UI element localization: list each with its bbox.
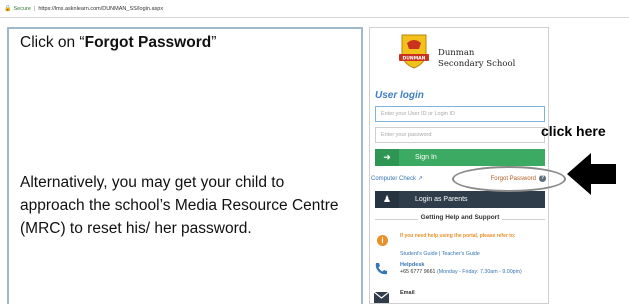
helpdesk-details: +65 6777 9661 (Monday - Friday: 7.30am -… (400, 269, 545, 276)
address-separator: | (33, 5, 36, 12)
info-icon: i (377, 235, 388, 246)
instruction-prefix: Click on “ (20, 34, 85, 51)
sign-in-button[interactable]: ➜ Sign In (375, 149, 545, 166)
password-input[interactable]: Enter your password (375, 127, 545, 143)
user-icon: ♟ (375, 191, 399, 208)
highlight-ellipse (452, 166, 566, 192)
computer-check-link[interactable]: Computer Check ↗ (371, 175, 423, 182)
external-link-icon: ↗ (417, 176, 423, 182)
login-as-parents-button[interactable]: ♟ Login as Parents (375, 191, 545, 208)
password-placeholder: Enter your password (381, 132, 432, 138)
login-as-parents-label: Login as Parents (415, 196, 468, 203)
lock-icon: 🔒 (4, 6, 12, 12)
instruction-panel: Click on “Forgot Password” Alternatively… (7, 27, 363, 304)
browser-address-bar[interactable]: 🔒 Secure | https://lms.asknlearn.com/DUN… (0, 0, 629, 18)
user-id-placeholder: Enter your User ID or Login ID (381, 111, 455, 117)
help-section-heading: Getting Help and Support (375, 214, 545, 224)
instruction-line: Click on “Forgot Password” (20, 34, 216, 52)
helpdesk-phone: +65 6777 9661 (400, 269, 436, 275)
phone-icon (375, 263, 387, 275)
logo-lettering: DUNMAN (403, 56, 426, 62)
pointer-arrow-icon (567, 153, 616, 195)
user-id-input[interactable]: Enter your User ID or Login ID (375, 106, 545, 122)
school-name-line1: Dunman (438, 48, 475, 58)
url-text[interactable]: https://lms.asknlearn.com/DUNMAN_SS/logi… (38, 6, 163, 12)
mail-icon (374, 292, 389, 303)
click-here-label: click here (541, 123, 606, 139)
alternative-text: Alternatively, you may get your child to… (20, 174, 339, 237)
help-heading-text: Getting Help and Support (417, 214, 503, 221)
help-heading-wrap: Getting Help and Support (375, 214, 545, 221)
email-label: Email (400, 290, 415, 296)
sign-in-label: Sign In (415, 154, 437, 161)
school-name: Dunman Secondary School (438, 48, 515, 70)
helpdesk-hours: (Monday - Friday: 7.30am - 9.00pm) (436, 269, 522, 275)
school-name-line2: Secondary School (438, 59, 516, 69)
instruction-bold: Forgot Password (84, 34, 212, 51)
computer-check-label: Computer Check (371, 176, 417, 182)
guides-links[interactable]: Student's Guide | Teacher's Guide (400, 251, 480, 257)
helpdesk-label: Helpdesk (400, 262, 425, 268)
user-login-heading: User login (375, 90, 424, 101)
secure-label: Secure (13, 5, 31, 12)
school-crest-icon: DUNMAN (399, 34, 429, 69)
instruction-suffix: ” (211, 34, 217, 51)
sign-in-icon: ➜ (375, 149, 399, 166)
help-note: If you need help using the portal, pleas… (400, 233, 516, 239)
